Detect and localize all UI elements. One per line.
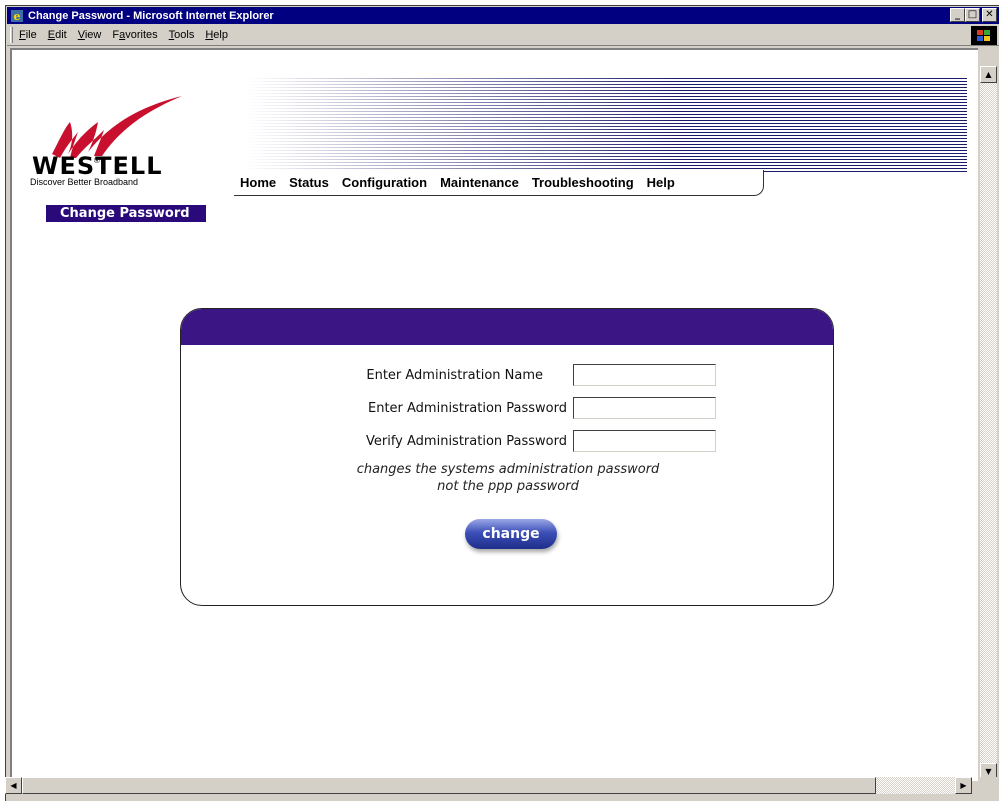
nav-maintenance[interactable]: Maintenance bbox=[440, 175, 519, 190]
vertical-scrollbar[interactable]: ▲ ▼ bbox=[980, 66, 997, 780]
menu-file-accesskey: F bbox=[19, 29, 26, 41]
panel-header bbox=[181, 309, 833, 345]
menu-tools[interactable]: Tools bbox=[169, 29, 195, 41]
minimize-button[interactable]: _ bbox=[950, 8, 965, 22]
admin-password-input[interactable] bbox=[573, 397, 716, 419]
admin-name-input[interactable] bbox=[573, 364, 716, 386]
change-password-panel: Enter Administration Name Enter Administ… bbox=[180, 308, 834, 606]
brand-name: WESTELL bbox=[32, 152, 163, 180]
toolbar-grip[interactable] bbox=[10, 27, 13, 43]
menu-tools-rest: ools bbox=[174, 29, 195, 41]
help-note-line-2: not the ppp password bbox=[437, 479, 579, 494]
menu-file-rest: ile bbox=[25, 29, 37, 41]
menu-file[interactable]: File bbox=[19, 29, 37, 41]
menu-edit[interactable]: Edit bbox=[48, 29, 67, 41]
admin-password-row: Enter Administration Password bbox=[181, 397, 833, 419]
header-stripes bbox=[247, 78, 967, 174]
menu-view[interactable]: View bbox=[78, 29, 102, 41]
nav-configuration[interactable]: Configuration bbox=[342, 175, 427, 190]
admin-password-label: Enter Administration Password bbox=[367, 400, 567, 416]
ie-page-icon: e bbox=[10, 9, 24, 23]
title-bar[interactable]: e Change Password - Microsoft Internet E… bbox=[7, 7, 999, 24]
menu-edit-accesskey: E bbox=[47, 29, 56, 41]
horizontal-scrollbar[interactable]: ◀ ▶ bbox=[5, 777, 972, 794]
verify-password-label: Verify Administration Password bbox=[366, 433, 567, 449]
window-controls: _ □ ✕ bbox=[950, 8, 997, 22]
page-title: Change Password bbox=[46, 205, 206, 222]
brand-tagline: Discover Better Broadband bbox=[30, 177, 139, 187]
menu-view-accesskey: V bbox=[77, 29, 85, 41]
menu-help[interactable]: Help bbox=[205, 29, 228, 41]
window-title: Change Password - Microsoft Internet Exp… bbox=[28, 9, 274, 22]
horizontal-scroll-thumb[interactable] bbox=[22, 777, 876, 794]
svg-text:e: e bbox=[14, 10, 21, 23]
menu-favorites-rest: vorites bbox=[125, 29, 158, 41]
browser-window: e Change Password - Microsoft Internet E… bbox=[5, 5, 999, 801]
change-button[interactable]: change bbox=[465, 519, 557, 549]
scroll-up-button[interactable]: ▲ bbox=[980, 66, 997, 83]
page-viewport: ® WESTELL Discover Better Broadband Home… bbox=[10, 48, 978, 781]
windows-flag-icon bbox=[971, 26, 997, 45]
menu-help-rest: elp bbox=[213, 29, 228, 41]
menu-favorites[interactable]: Favorites bbox=[112, 29, 157, 41]
help-note-line-1: changes the systems administration passw… bbox=[356, 462, 660, 477]
admin-name-row: Enter Administration Name bbox=[181, 364, 833, 386]
menu-edit-rest: dit bbox=[55, 29, 67, 41]
scroll-left-button[interactable]: ◀ bbox=[5, 777, 22, 794]
verify-password-input[interactable] bbox=[573, 430, 716, 452]
close-button[interactable]: ✕ bbox=[982, 8, 997, 22]
nav-home[interactable]: Home bbox=[240, 175, 276, 190]
nav-troubleshooting[interactable]: Troubleshooting bbox=[532, 175, 634, 190]
size-grip[interactable] bbox=[980, 777, 997, 794]
scroll-right-button[interactable]: ▶ bbox=[955, 777, 972, 794]
nav-help[interactable]: Help bbox=[647, 175, 675, 190]
main-nav: Home Status Configuration Maintenance Tr… bbox=[234, 170, 764, 196]
nav-status[interactable]: Status bbox=[289, 175, 329, 190]
menu-view-rest: iew bbox=[84, 29, 102, 41]
admin-name-label: Enter Administration Name bbox=[366, 367, 543, 383]
verify-password-row: Verify Administration Password bbox=[181, 430, 833, 452]
maximize-button[interactable]: □ bbox=[965, 8, 980, 22]
menu-bar: File Edit View Favorites Tools Help bbox=[7, 25, 999, 46]
